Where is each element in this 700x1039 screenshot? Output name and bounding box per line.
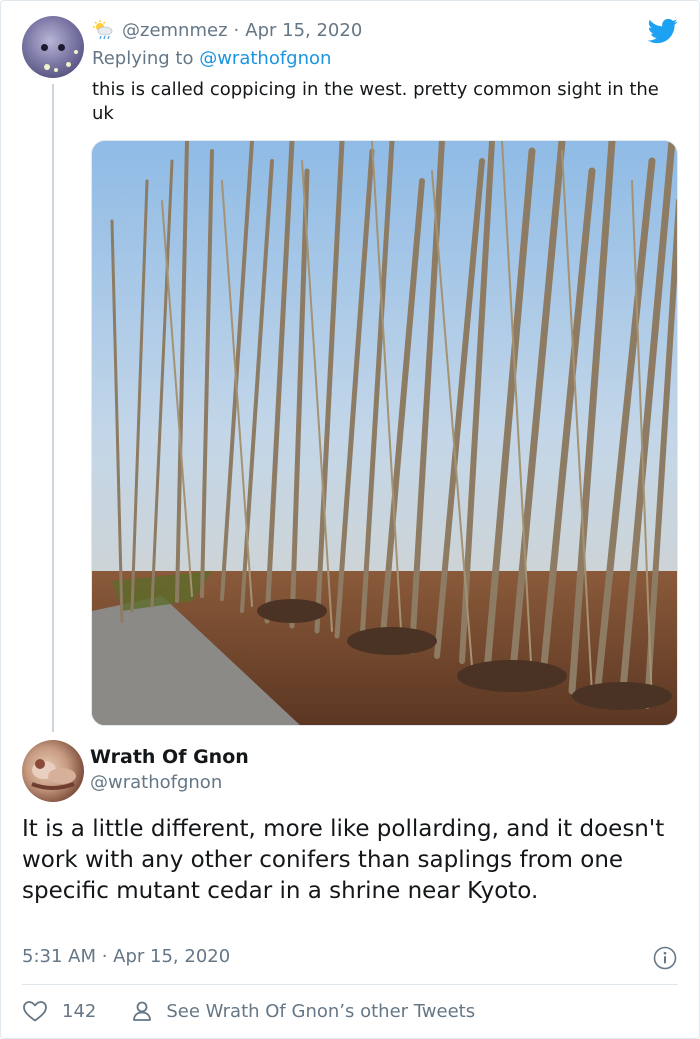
author-handle[interactable]: @wrathofgnon xyxy=(90,772,222,793)
divider xyxy=(22,984,678,985)
reply-date[interactable]: Apr 15, 2020 xyxy=(245,20,362,41)
person-icon xyxy=(133,1001,152,1021)
author-name[interactable]: Wrath Of Gnon xyxy=(90,746,249,768)
like-count: 142 xyxy=(62,1000,97,1022)
sun-behind-rain-cloud-icon xyxy=(92,19,114,41)
avatar-sparkle xyxy=(66,62,71,67)
avatar-eye xyxy=(41,44,48,51)
reply-handle[interactable]: @zemnmez xyxy=(122,20,228,41)
author-avatar-painting xyxy=(31,759,76,790)
user-avatar[interactable] xyxy=(22,16,84,78)
tweet-timestamp[interactable]: 5:31 AM · Apr 15, 2020 xyxy=(22,946,230,967)
replying-to-link[interactable]: @wrathofgnon xyxy=(199,48,331,69)
avatar-eye xyxy=(58,44,65,51)
author-avatar[interactable] xyxy=(22,740,84,802)
twitter-bird-icon[interactable] xyxy=(646,16,680,46)
avatar-sparkle xyxy=(44,64,50,70)
replying-prefix: Replying to xyxy=(92,48,200,69)
avatar-sparkle xyxy=(54,68,58,72)
coppice-photo[interactable] xyxy=(91,140,678,726)
replying-to-line: Replying to @wrathofgnon xyxy=(92,48,331,69)
meta-separator: · xyxy=(233,19,240,41)
like-button[interactable]: 142 xyxy=(22,999,96,1023)
thread-connector xyxy=(52,84,54,732)
see-other-tweets-link[interactable]: See Wrath Of Gnon’s other Tweets xyxy=(132,999,475,1023)
info-icon[interactable] xyxy=(653,946,677,970)
main-tweet-text: It is a little different, more like poll… xyxy=(22,816,665,904)
coppice-trees-illustration xyxy=(92,141,677,725)
see-more-label: See Wrath Of Gnon’s other Tweets xyxy=(166,1000,476,1022)
tweet-actions: 142 See Wrath Of Gnon’s other Tweets xyxy=(22,996,475,1026)
reply-meta: @zemnmez · Apr 15, 2020 xyxy=(92,18,362,42)
heart-icon xyxy=(23,1001,47,1022)
reply-text: this is called coppicing in the west. pr… xyxy=(92,79,659,124)
avatar-sparkle xyxy=(74,50,78,54)
